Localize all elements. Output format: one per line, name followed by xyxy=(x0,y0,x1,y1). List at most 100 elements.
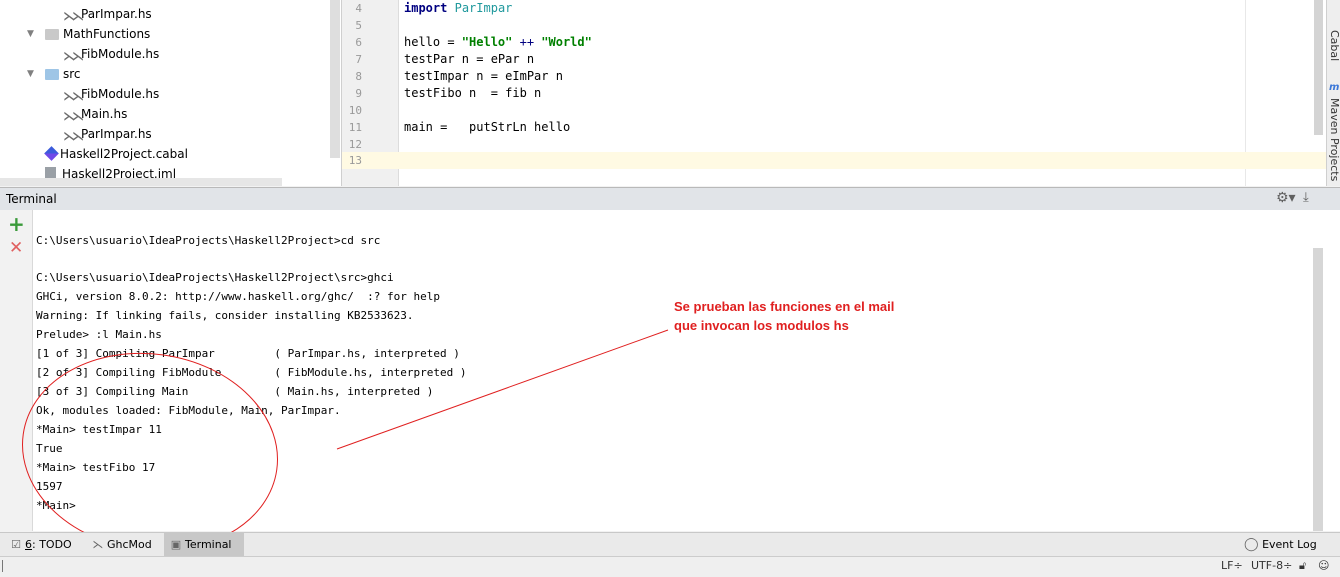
tool-window-bar: ☑ 6: TODO ⋋ GhcMod ▣ Terminal ◯ Event Log xyxy=(0,532,1340,556)
haskell-icon: ⋋ xyxy=(92,538,104,551)
terminal-line: GHCi, version 8.0.2: http://www.haskell.… xyxy=(36,290,440,303)
terminal-line: [1 of 3] Compiling ParImpar ( ParImpar.h… xyxy=(36,347,460,360)
line-number: 5 xyxy=(355,19,362,32)
editor-line[interactable]: 7 testPar n = ePar n xyxy=(342,51,1327,68)
new-session-plus-icon[interactable]: + xyxy=(8,212,25,236)
status-bar: LF÷ UTF-8÷ 🔓︎ ☺ xyxy=(0,556,1340,577)
editor-line[interactable]: 6 hello = "Hello" ++ "World" xyxy=(342,34,1327,51)
annotation-text-line-2: que invocan los modulos hs xyxy=(674,318,849,333)
line-number: 6 xyxy=(355,36,362,49)
terminal-side-toolbar: + ✕ xyxy=(0,210,33,531)
line-number: 4 xyxy=(355,2,362,15)
tree-item-main-hs[interactable]: ⋋⋋Main.hs xyxy=(63,104,127,124)
keyword-token: import xyxy=(404,1,448,15)
tree-vertical-scrollbar[interactable] xyxy=(330,0,340,158)
terminal-icon: ▣ xyxy=(170,538,182,551)
haskell-file-icon: ⋋⋋ xyxy=(63,49,84,63)
maven-projects-tool-button[interactable]: Maven Projects xyxy=(1328,98,1340,181)
terminal-line: [3 of 3] Compiling Main ( Main.hs, inter… xyxy=(36,385,434,398)
code-text: testPar n = ePar n xyxy=(404,52,535,66)
todo-shortcut-number: 6 xyxy=(25,538,32,551)
line-number: 10 xyxy=(348,104,362,117)
editor-line[interactable]: 12 xyxy=(342,136,1327,153)
cabal-file-icon xyxy=(44,146,59,161)
terminal-line: Ok, modules loaded: FibModule, Main, Par… xyxy=(36,404,341,417)
terminal-line: *Main> testFibo 17 xyxy=(36,461,156,474)
expand-arrow-icon[interactable]: ▼ xyxy=(27,24,39,44)
code-editor[interactable]: 4 import ParImpar 5 6 hello = "Hello" ++… xyxy=(341,0,1327,186)
settings-gear-icon[interactable]: ⚙▾ xyxy=(1276,190,1296,206)
terminal-title: Terminal xyxy=(6,192,57,206)
hide-panel-icon[interactable]: ⤓ xyxy=(1303,190,1309,205)
tree-item-src-parimpar-hs[interactable]: ⋋⋋ParImpar.hs xyxy=(63,124,152,144)
terminal-tool-button[interactable]: ▣ Terminal xyxy=(164,533,244,556)
tree-item-fibmodule-hs[interactable]: ⋋⋋FibModule.hs xyxy=(63,44,159,64)
code-text: testImpar n = eImPar n xyxy=(404,69,563,83)
terminal-line: True xyxy=(36,442,63,455)
line-number: 8 xyxy=(355,70,362,83)
line-number: 7 xyxy=(355,53,362,66)
terminal-line: Prelude> :l Main.hs xyxy=(36,328,162,341)
code-text: hello = "Hello" ++ "World" xyxy=(404,34,592,51)
tree-item-src[interactable]: ▼ src xyxy=(27,64,81,84)
todo-icon: ☑ xyxy=(11,538,21,551)
folder-icon xyxy=(45,29,59,40)
tree-horizontal-scrollbar[interactable] xyxy=(0,178,282,186)
editor-line[interactable]: 8 testImpar n = eImPar n xyxy=(342,68,1327,85)
terminal-line: C:\Users\usuario\IdeaProjects\Haskell2Pr… xyxy=(36,271,394,284)
encoding-selector[interactable]: UTF-8÷ xyxy=(1251,559,1292,572)
string-token: "Hello" xyxy=(461,35,513,49)
annotation-text-line-1: Se prueban las funciones en el mail xyxy=(674,299,895,314)
terminal-line: 1597 xyxy=(36,480,63,493)
line-separator-selector[interactable]: LF÷ xyxy=(1221,559,1243,572)
terminal-output[interactable]: C:\Users\usuario\IdeaProjects\Haskell2Pr… xyxy=(33,210,1308,531)
tree-item-src-fibmodule-hs[interactable]: ⋋⋋FibModule.hs xyxy=(63,84,159,104)
module-token: ParImpar xyxy=(454,1,513,15)
ghcmod-tool-button[interactable]: ⋋ GhcMod xyxy=(86,533,158,556)
code-text: main = putStrLn hello xyxy=(404,120,571,134)
line-number: 13 xyxy=(348,154,362,167)
status-left-marker xyxy=(2,560,3,572)
line-number: 12 xyxy=(348,138,362,151)
editor-line[interactable]: 5 xyxy=(342,17,1327,34)
editor-current-line[interactable]: 13 xyxy=(342,152,1327,169)
terminal-vertical-scrollbar[interactable] xyxy=(1313,248,1323,531)
tree-item-parimpar-hs[interactable]: ⋋⋋ParImpar.hs xyxy=(63,4,152,24)
tree-item-mathfunctions[interactable]: ▼ MathFunctions xyxy=(27,24,150,44)
terminal-line: C:\Users\usuario\IdeaProjects\Haskell2Pr… xyxy=(36,234,381,247)
terminal-line: Warning: If linking fails, consider inst… xyxy=(36,309,414,322)
close-session-x-icon[interactable]: ✕ xyxy=(9,238,23,258)
editor-line[interactable]: 10 xyxy=(342,102,1327,119)
speech-bubble-icon: ◯ xyxy=(1244,537,1259,552)
right-tool-strip: Cabal m Maven Projects xyxy=(1326,0,1340,186)
terminal-tool-label: Terminal xyxy=(185,538,232,551)
ghcmod-label: GhcMod xyxy=(107,538,152,551)
terminal-prompt-line: *Main> xyxy=(36,499,76,512)
cabal-tool-button[interactable]: Cabal xyxy=(1328,30,1340,61)
terminal-line: *Main> testImpar 11 xyxy=(36,423,162,436)
operator-token: ++ xyxy=(512,35,542,49)
editor-vertical-scrollbar[interactable] xyxy=(1314,0,1323,135)
string-token: "World" xyxy=(541,35,592,49)
project-tree: ⋋⋋ParImpar.hs ▼ MathFunctions ⋋⋋FibModul… xyxy=(0,0,341,186)
haskell-file-icon: ⋋⋋ xyxy=(63,109,84,123)
tree-item-cabal-file[interactable]: Haskell2Project.cabal xyxy=(44,144,188,164)
source-folder-icon xyxy=(45,69,59,80)
terminal-header: Terminal ⚙▾ ⤓ xyxy=(0,187,1340,211)
line-number: 9 xyxy=(355,87,362,100)
lock-icon[interactable]: 🔓︎ xyxy=(1299,559,1306,573)
todo-tool-button[interactable]: ☑ 6: TODO xyxy=(4,533,78,556)
event-log-label: Event Log xyxy=(1262,538,1317,551)
inspector-icon[interactable]: ☺ xyxy=(1318,559,1329,572)
editor-line[interactable]: 9 testFibo n = fib n xyxy=(342,85,1327,102)
editor-line[interactable]: 4 import ParImpar xyxy=(342,0,1327,17)
terminal-line: [2 of 3] Compiling FibModule ( FibModule… xyxy=(36,366,467,379)
line-number: 11 xyxy=(348,121,362,134)
haskell-file-icon: ⋋⋋ xyxy=(63,89,84,103)
editor-line[interactable]: 11 main = putStrLn hello xyxy=(342,119,1327,136)
maven-icon: m xyxy=(1329,82,1340,93)
code-token: hello = xyxy=(404,35,462,49)
event-log-button[interactable]: ◯ Event Log xyxy=(1244,533,1317,556)
haskell-file-icon: ⋋⋋ xyxy=(63,129,84,143)
expand-arrow-icon[interactable]: ▼ xyxy=(27,64,39,84)
